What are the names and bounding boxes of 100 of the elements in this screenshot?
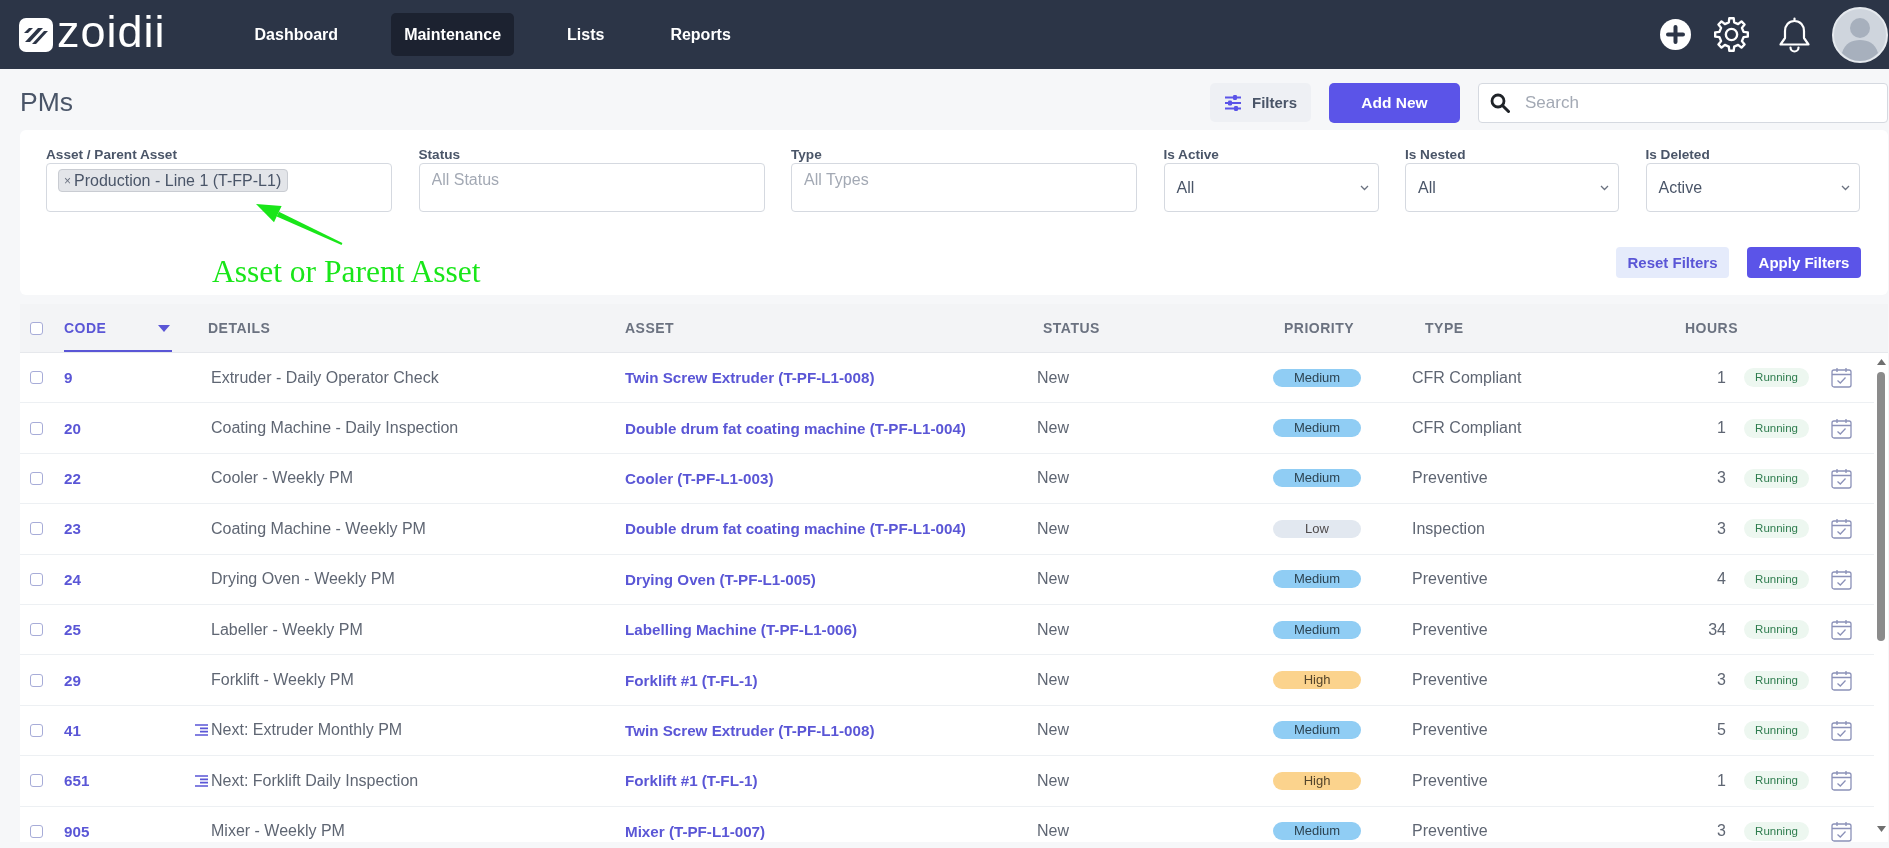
search-field[interactable]: Search — [1478, 82, 1888, 123]
settings-icon[interactable] — [1713, 16, 1750, 53]
annotation-text: Asset or Parent Asset — [212, 254, 481, 290]
calendar-check-icon[interactable] — [1831, 820, 1852, 842]
asset-link[interactable]: Forklift #1 (T-FL-1) — [625, 671, 758, 689]
column-header[interactable]: DETAILS — [208, 304, 271, 352]
pm-code-link[interactable]: 20 — [64, 419, 81, 437]
asset-link[interactable]: Forklift #1 (T-FL-1) — [625, 772, 758, 790]
asset-link[interactable]: Double drum fat coating machine (T-PF-L1-004) — [625, 419, 966, 437]
asset-link[interactable]: Twin Screw Extruder (T-PF-L1-008) — [625, 369, 875, 387]
page-title: PMs — [20, 87, 73, 118]
asset-link[interactable]: Twin Screw Extruder (T-PF-L1-008) — [625, 721, 875, 739]
column-header[interactable]: CODE — [64, 304, 172, 352]
running-status-badge: Running — [1744, 368, 1809, 388]
logo-icon[interactable] — [19, 17, 53, 52]
pm-code-link[interactable]: 22 — [64, 469, 81, 487]
row-checkbox[interactable] — [30, 371, 43, 385]
row-checkbox[interactable] — [30, 824, 43, 838]
pm-code-link[interactable]: 9 — [64, 369, 73, 387]
row-checkbox[interactable] — [30, 522, 43, 536]
row-checkbox[interactable] — [30, 673, 43, 687]
pm-code-link[interactable]: 905 — [64, 822, 90, 840]
multi-select-field[interactable]: × Production - Line 1 (T-FP-L1) — [46, 163, 392, 212]
type-text: Preventive — [1412, 570, 1488, 589]
nav-link[interactable]: Reports — [657, 13, 744, 56]
asset-link[interactable]: Double drum fat coating machine (T-PF-L1-004) — [625, 520, 966, 538]
status-text: New — [1037, 519, 1069, 538]
reset-filters-button[interactable]: Reset Filters — [1616, 247, 1729, 278]
dropdown-field[interactable]: All — [1405, 163, 1619, 212]
scroll-down-icon[interactable] — [1876, 826, 1886, 832]
nav-link[interactable]: Lists — [554, 13, 618, 56]
calendar-check-icon[interactable] — [1831, 669, 1852, 691]
type-text: Preventive — [1412, 671, 1488, 690]
column-header[interactable]: ASSET — [625, 304, 675, 352]
dropdown-field[interactable]: Active — [1645, 163, 1860, 212]
row-checkbox[interactable] — [30, 421, 43, 435]
multi-select-field[interactable]: All Types — [791, 163, 1137, 212]
column-header[interactable]: STATUS — [1043, 304, 1100, 352]
scroll-up-icon[interactable] — [1876, 359, 1886, 365]
pm-code-link[interactable]: 651 — [64, 772, 90, 790]
status-text: New — [1037, 570, 1069, 589]
chevron-down-icon — [1600, 184, 1609, 191]
notification-bell-icon[interactable] — [1777, 16, 1812, 53]
nav-link[interactable]: Maintenance — [391, 13, 515, 56]
column-header[interactable]: TYPE — [1425, 304, 1464, 352]
pm-code-link[interactable]: 24 — [64, 570, 81, 588]
calendar-check-icon[interactable] — [1831, 770, 1852, 792]
details-text: Coating Machine - Daily Inspection — [211, 419, 459, 438]
priority-badge: Medium — [1273, 721, 1361, 740]
running-status-badge: Running — [1744, 771, 1809, 791]
details-text: Next: Forklift Daily Inspection — [211, 771, 419, 790]
add-new-button[interactable]: Add New — [1329, 82, 1460, 123]
avatar-icon[interactable] — [1832, 6, 1888, 63]
status-text: New — [1037, 469, 1069, 488]
details-text: Labeller - Weekly PM — [211, 620, 363, 639]
priority-badge: Medium — [1273, 368, 1361, 387]
details-text: Next: Extruder Monthly PM — [211, 721, 403, 740]
calendar-check-icon[interactable] — [1831, 367, 1852, 389]
calendar-check-icon[interactable] — [1831, 518, 1852, 540]
filters-button[interactable]: Filters — [1210, 83, 1311, 122]
pm-code-link[interactable]: 41 — [64, 721, 81, 739]
hours-text: 3 — [1717, 671, 1726, 690]
nav-link[interactable]: Dashboard — [241, 13, 352, 56]
row-checkbox[interactable] — [30, 623, 43, 637]
type-text: Inspection — [1412, 519, 1485, 538]
chevron-down-icon — [1840, 184, 1850, 191]
asset-link[interactable]: Cooler (T-PF-L1-003) — [625, 469, 774, 487]
asset-link[interactable]: Drying Oven (T-PF-L1-005) — [625, 570, 816, 588]
column-header[interactable]: HOURS — [1685, 304, 1739, 352]
calendar-check-icon[interactable] — [1831, 719, 1852, 741]
tag-label: Production - Line 1 (T-FP-L1) — [74, 171, 282, 190]
calendar-check-icon[interactable] — [1831, 568, 1852, 590]
priority-badge: Medium — [1273, 570, 1361, 589]
hours-text: 3 — [1717, 469, 1726, 488]
plus-circle-icon[interactable] — [1660, 19, 1691, 50]
multi-select-field[interactable]: All Status — [418, 163, 765, 212]
apply-filters-button[interactable]: Apply Filters — [1747, 247, 1861, 278]
select-all-checkbox[interactable] — [30, 321, 43, 335]
type-text: CFR Compliant — [1412, 419, 1522, 438]
pm-code-link[interactable]: 23 — [64, 520, 81, 538]
hours-text: 3 — [1717, 519, 1726, 538]
row-checkbox[interactable] — [30, 774, 43, 788]
hours-text: 3 — [1717, 822, 1726, 841]
scrollbar-thumb[interactable] — [1877, 372, 1885, 641]
field-label: Is Deleted — [1645, 147, 1710, 163]
logo-wordmark[interactable]: zoidii — [57, 9, 166, 54]
calendar-check-icon[interactable] — [1831, 619, 1852, 641]
asset-link[interactable]: Mixer (T-PF-L1-007) — [625, 822, 766, 840]
row-checkbox[interactable] — [30, 471, 43, 485]
row-checkbox[interactable] — [30, 723, 43, 737]
remove-tag-button[interactable]: × — [64, 173, 71, 188]
asset-link[interactable]: Labelling Machine (T-PF-L1-006) — [625, 621, 858, 639]
column-header[interactable]: PRIORITY — [1284, 304, 1355, 352]
dropdown-field[interactable]: All — [1163, 163, 1379, 212]
priority-badge: Medium — [1273, 419, 1361, 438]
calendar-check-icon[interactable] — [1831, 467, 1852, 489]
pm-code-link[interactable]: 29 — [64, 671, 81, 689]
calendar-check-icon[interactable] — [1831, 417, 1852, 439]
row-checkbox[interactable] — [30, 572, 43, 586]
pm-code-link[interactable]: 25 — [64, 621, 81, 639]
